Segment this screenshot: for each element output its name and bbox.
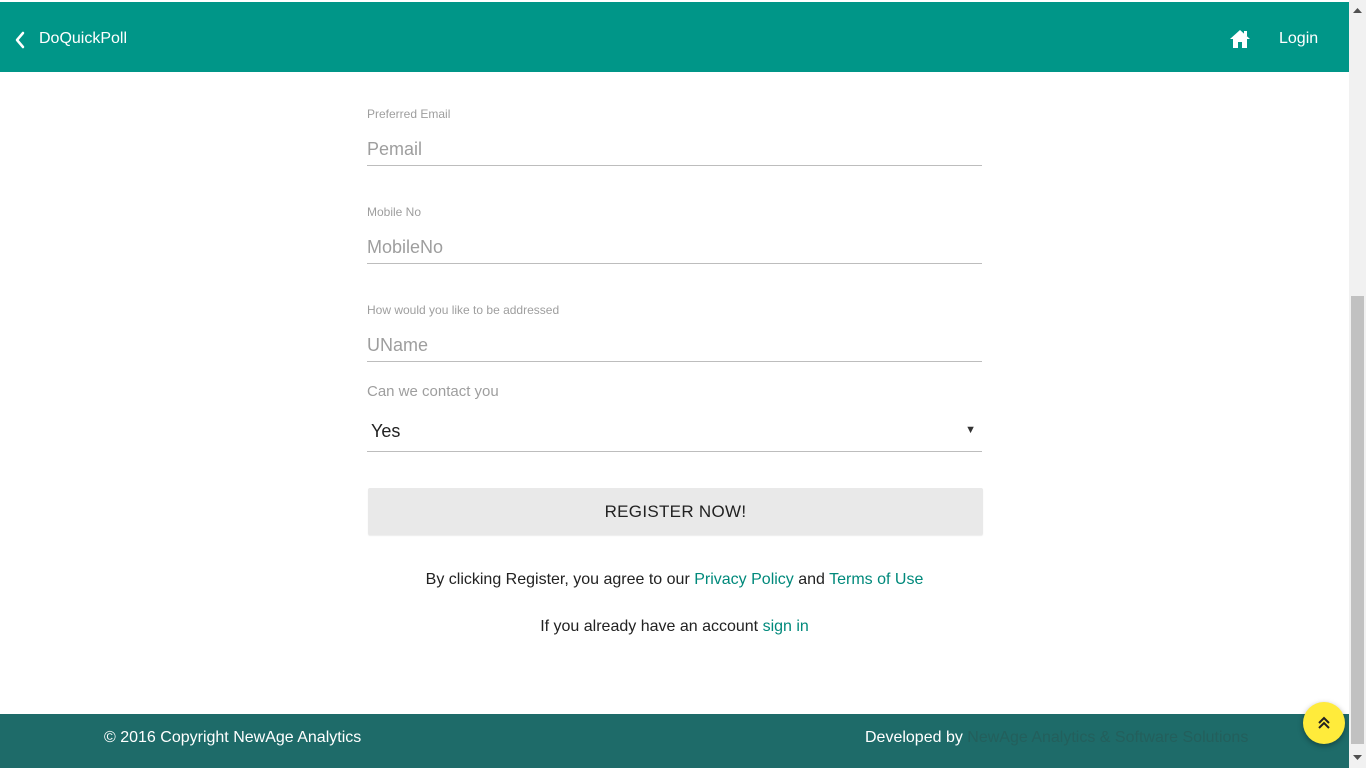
scroll-up-arrow[interactable] [1349, 0, 1366, 20]
app-title[interactable]: DoQuickPoll [39, 30, 127, 48]
privacy-policy-link[interactable]: Privacy Policy [694, 571, 794, 588]
contact-select-value: Yes [371, 421, 401, 441]
triangle-up-icon [1353, 8, 1362, 13]
email-field[interactable] [367, 134, 982, 166]
signin-prefix: If you already have an account [540, 618, 763, 635]
email-label: Preferred Email [367, 107, 451, 121]
contact-select[interactable]: Yes ▼ [367, 412, 982, 452]
terms-and: and [793, 571, 830, 588]
double-chevron-up-icon [1318, 716, 1330, 729]
mobile-label: Mobile No [367, 205, 422, 219]
terms-notice: By clicking Register, you agree to our P… [0, 571, 1349, 589]
developer-link[interactable]: NewAge Analytics & Software Solutions [967, 729, 1248, 746]
sign-in-link[interactable]: sign in [763, 618, 809, 635]
page-footer: © 2016 Copyright NewAge Analytics Develo… [0, 714, 1349, 768]
top-app-bar: DoQuickPoll Login [0, 2, 1349, 72]
login-link[interactable]: Login [1279, 30, 1318, 48]
signin-notice: If you already have an account sign in [0, 618, 1349, 636]
terms-of-use-link[interactable]: Terms of Use [829, 571, 923, 588]
copyright-text: © 2016 Copyright NewAge Analytics [104, 729, 362, 746]
chevron-left-icon [15, 31, 25, 49]
triangle-down-icon [1353, 755, 1362, 760]
back-button[interactable] [10, 25, 32, 53]
home-button[interactable] [1229, 28, 1251, 50]
developed-by: Developed by NewAge Analytics & Software… [865, 729, 1248, 747]
mobile-field[interactable] [367, 232, 982, 264]
vertical-scrollbar[interactable] [1349, 0, 1366, 768]
scrollbar-thumb[interactable] [1351, 296, 1364, 744]
scroll-to-top-button[interactable] [1303, 702, 1345, 744]
address-name-field[interactable] [367, 330, 982, 362]
register-button[interactable]: REGISTER NOW! [368, 488, 983, 535]
dropdown-arrow-icon: ▼ [965, 424, 976, 436]
developed-by-prefix: Developed by [865, 729, 968, 746]
contact-label: Can we contact you [367, 383, 499, 400]
terms-prefix: By clicking Register, you agree to our [425, 571, 695, 588]
address-name-label: How would you like to be addressed [367, 303, 560, 317]
home-icon [1230, 30, 1250, 48]
scroll-down-arrow[interactable] [1349, 748, 1366, 768]
